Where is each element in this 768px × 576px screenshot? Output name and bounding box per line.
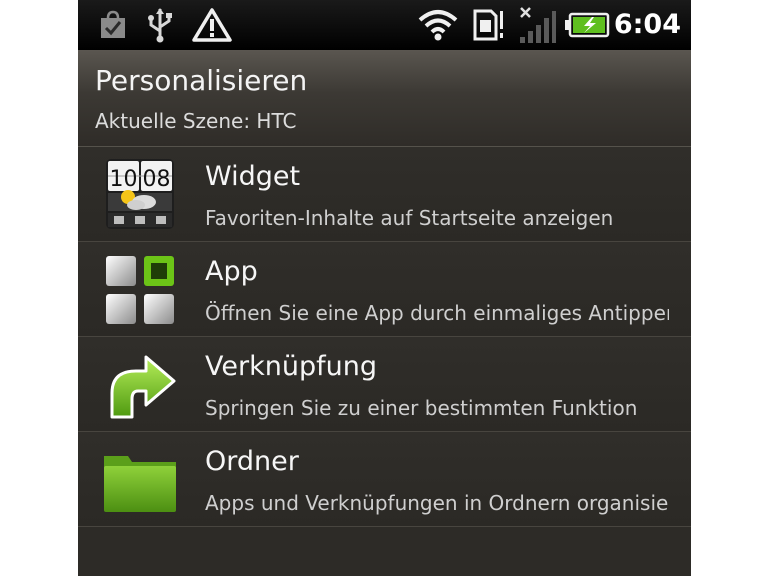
widget-clock-minutes: 08 bbox=[143, 167, 171, 192]
folder-icon bbox=[102, 442, 178, 518]
menu-item-description: Öffnen Sie eine App durch einmaliges Ant… bbox=[205, 301, 669, 325]
menu-item-description: Favoriten-Inhalte auf Startseite anzeige… bbox=[205, 206, 614, 230]
signal-icon bbox=[516, 0, 558, 50]
status-bar: 6:04 bbox=[78, 0, 691, 50]
menu-item-title: Widget bbox=[205, 161, 301, 192]
clock-time: 6:04 bbox=[613, 9, 681, 40]
menu-item-folder[interactable]: Ordner Apps und Verknüpfungen in Ordnern… bbox=[78, 432, 691, 527]
menu-item-title: Verknüpfung bbox=[205, 351, 377, 382]
shortcut-arrow-icon bbox=[102, 347, 178, 423]
menu-item-shortcut[interactable]: Verknüpfung Springen Sie zu einer bestim… bbox=[78, 337, 691, 432]
menu-item-app[interactable]: App Öffnen Sie eine App durch einmaliges… bbox=[78, 242, 691, 337]
widget-icon: 10 08 bbox=[102, 157, 178, 233]
menu-item-title: App bbox=[205, 256, 258, 287]
app-grid-icon bbox=[102, 252, 178, 328]
page-subtitle: Aktuelle Szene: HTC bbox=[95, 109, 297, 133]
battery-charging-icon bbox=[564, 0, 610, 50]
menu-item-widget[interactable]: 10 08 Widget Favoriten-Inhalte auf Start… bbox=[78, 147, 691, 242]
menu-item-description: Apps und Verknüpfungen in Ordnern organi… bbox=[205, 491, 669, 515]
menu-item-description: Springen Sie zu einer bestimmten Funktio… bbox=[205, 396, 638, 420]
menu-item-title: Ordner bbox=[205, 446, 299, 477]
dialog-header: Personalisieren Aktuelle Szene: HTC bbox=[78, 50, 691, 147]
menu-list: 10 08 Widget Favoriten-Inhalte auf Start… bbox=[78, 147, 691, 527]
widget-clock-hours: 10 bbox=[110, 167, 138, 192]
check-bag-icon bbox=[96, 0, 130, 50]
sim-card-icon bbox=[470, 0, 506, 50]
phone-screen: 6:04 Personalisieren Aktuelle Szene: HTC… bbox=[78, 0, 691, 576]
usb-icon bbox=[142, 0, 178, 50]
wifi-icon bbox=[416, 0, 460, 50]
warning-icon bbox=[190, 0, 234, 50]
page-title: Personalisieren bbox=[95, 64, 308, 97]
